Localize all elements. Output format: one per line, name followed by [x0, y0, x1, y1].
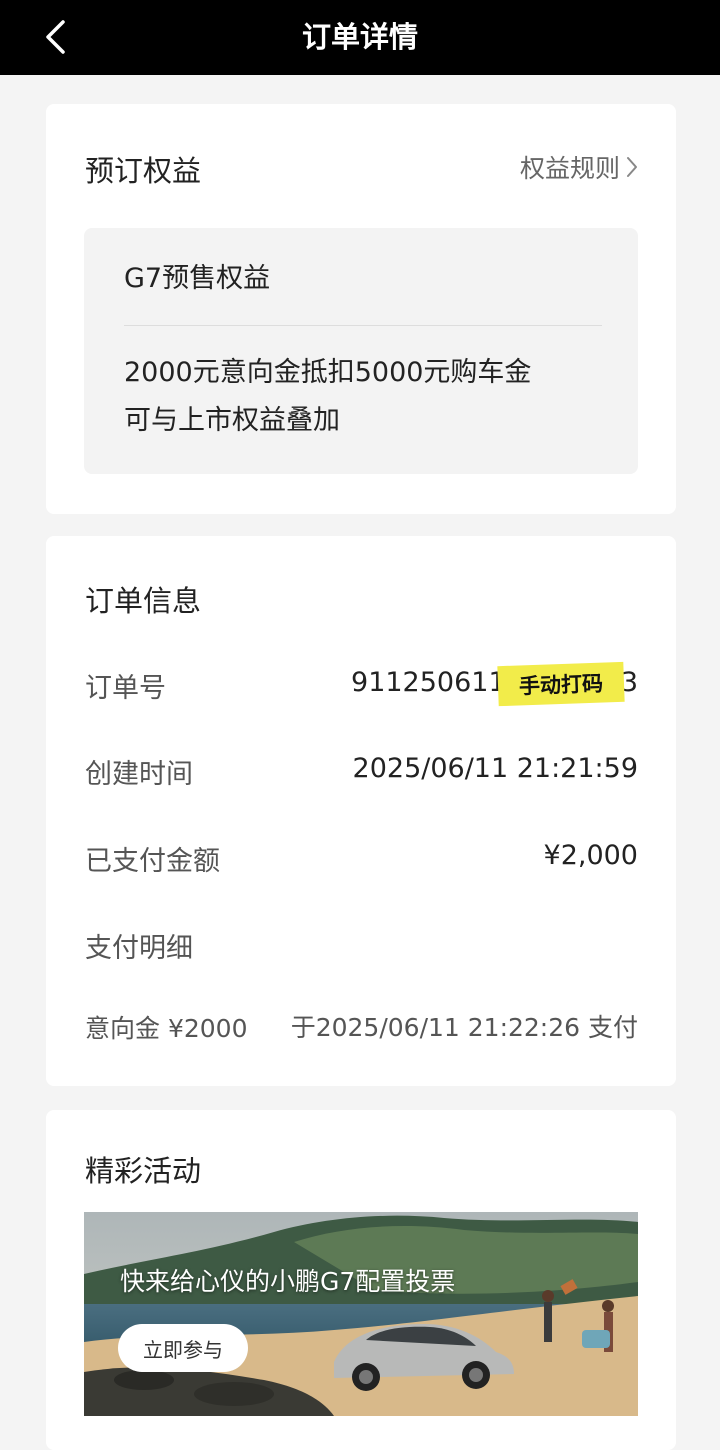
page-title: 订单详情 — [301, 20, 418, 54]
divider — [124, 325, 602, 326]
benefit-detail-box: G7预售权益 2000元意向金抵扣5000元购车金 可与上市权益叠加 — [84, 228, 638, 474]
top-bar: 订单详情 — [0, 0, 720, 75]
benefits-card: 预订权益 权益规则 G7预售权益 2000元意向金抵扣5000元购车金 可与上市… — [46, 104, 676, 514]
paid-amount-label: 已支付金额 — [85, 846, 220, 877]
beach-car-illustration — [84, 1212, 638, 1416]
chevron-right-icon — [627, 157, 637, 177]
created-time-label: 创建时间 — [85, 759, 193, 790]
paid-amount-value: ¥2,000 — [543, 840, 638, 871]
deposit-label: 意向金 ¥2000 — [85, 1014, 248, 1043]
benefit-rules-link[interactable]: 权益规则 — [520, 146, 638, 188]
benefit-description-line-1: 2000元意向金抵扣5000元购车金 — [124, 357, 532, 388]
benefit-description-line-2: 可与上市权益叠加 — [124, 405, 340, 436]
created-time-value: 2025/06/11 21:21:59 — [352, 753, 638, 784]
activities-card: 精彩活动 快来给心仪的小鹏G7配置投票 立即参与 — [46, 1110, 676, 1450]
order-number-label: 订单号 — [85, 673, 166, 704]
benefit-name: G7预售权益 — [124, 263, 271, 294]
order-info-title: 订单信息 — [85, 584, 202, 618]
payment-detail-label: 支付明细 — [85, 933, 193, 964]
join-now-button[interactable]: 立即参与 — [118, 1324, 248, 1372]
deposit-paid-time: 于2025/06/11 21:22:26 支付 — [290, 1013, 638, 1042]
redaction-sticker: 手动打码 — [497, 661, 625, 707]
activity-banner-text: 快来给心仪的小鹏G7配置投票 — [120, 1267, 456, 1296]
order-info-card: 订单信息 订单号 9112506115 3 手动打码 创建时间 2025/06/1… — [46, 536, 676, 1086]
activities-title: 精彩活动 — [85, 1154, 202, 1188]
activity-banner[interactable]: 快来给心仪的小鹏G7配置投票 立即参与 — [84, 1212, 638, 1416]
benefit-rules-label: 权益规则 — [519, 154, 620, 183]
benefits-title: 预订权益 — [85, 154, 202, 188]
